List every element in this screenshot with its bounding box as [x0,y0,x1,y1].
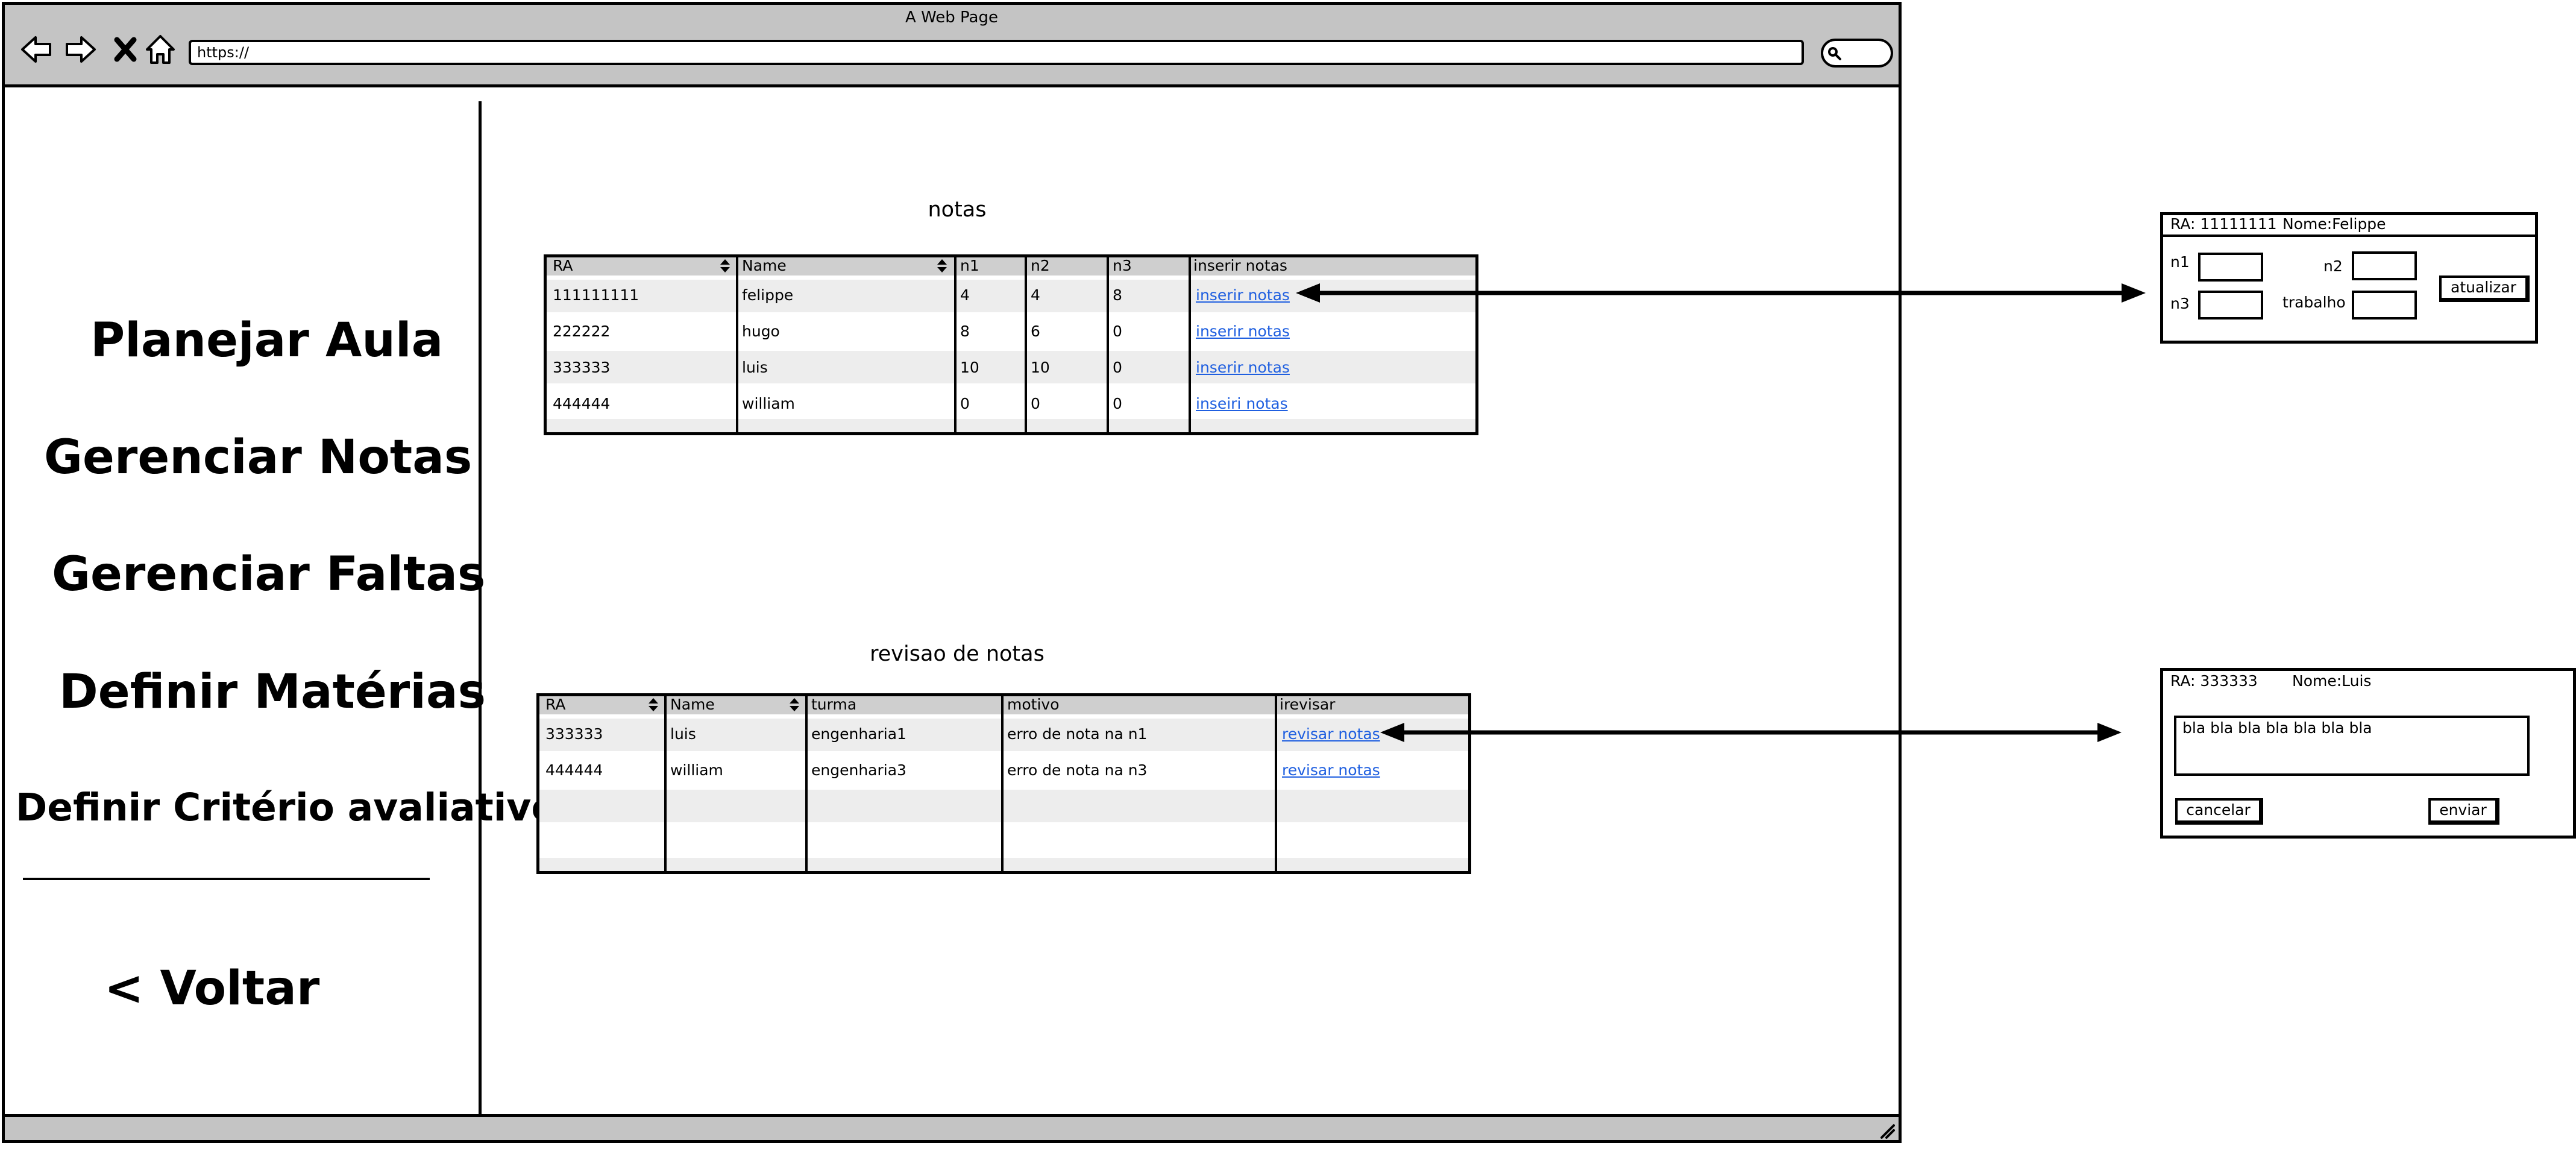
resize-grip-icon[interactable] [1878,1122,1895,1139]
inserir-notas-link[interactable]: inserir notas [1196,359,1290,376]
cell-n2: 6 [1031,323,1040,340]
back-button[interactable]: < Voltar [104,962,319,1016]
trabalho-input[interactable] [2352,291,2417,320]
cell-n3: 0 [1113,359,1122,376]
cell-ra: 333333 [545,725,603,743]
cell-name: felippe [742,286,794,304]
sort-icon[interactable] [718,258,732,274]
table-row-stripe [547,280,1475,312]
trabalho-label: trabalho [2282,294,2346,311]
cell-n2: 4 [1031,286,1040,304]
sidebar-item-gerenciar-notas[interactable]: Gerenciar Notas [44,430,472,485]
sort-icon[interactable] [788,697,801,713]
sidebar-separator [23,878,430,880]
table-row-stripe [539,858,1468,871]
cell-motivo: erro de nota na n1 [1007,725,1148,743]
cell-name: william [742,395,795,412]
sidebar-divider [479,101,482,1114]
table-header [547,257,1475,275]
enviar-button[interactable]: enviar [2428,798,2499,825]
browser-toolbar: A Web Page https:// [5,5,1899,87]
sidebar-item-gerenciar-faltas[interactable]: Gerenciar Faltas [52,547,485,602]
cell-name: william [670,761,723,779]
cell-n1: 0 [960,395,970,412]
sidebar-item-planejar-aula[interactable]: Planejar Aula [90,313,443,368]
inserir-notas-dialog: RA: 11111111 Nome:Felippe n1 n2 n3 traba… [2160,212,2538,344]
sidebar-item-definir-materias[interactable]: Definir Matérias [59,665,486,719]
column-header-revisar: irevisar [1280,696,1336,713]
column-header-n1: n1 [960,257,979,274]
n1-label: n1 [2170,253,2190,271]
cell-name: luis [670,725,696,743]
cell-ra: 222222 [553,323,611,340]
column-header-ra[interactable]: RA [545,696,565,713]
cell-n1: 8 [960,323,970,340]
message-textarea[interactable]: bla bla bla bla bla bla bla [2174,716,2530,776]
n2-label: n2 [2323,257,2343,275]
column-header-turma: turma [811,696,857,713]
close-icon[interactable] [108,33,142,66]
revisao-title: revisao de notas [870,642,1045,666]
cell-n2: 0 [1031,395,1040,412]
dialog-ra: RA: 333333 [2170,672,2258,690]
cell-ra: 444444 [553,395,611,412]
cancelar-button[interactable]: cancelar [2175,798,2263,825]
cell-ra: 333333 [553,359,611,376]
revisar-notas-link[interactable]: revisar notas [1282,761,1380,779]
n1-input[interactable] [2198,253,2263,282]
revisar-notas-link[interactable]: revisar notas [1282,725,1380,743]
table-row-stripe [547,351,1475,383]
column-header-name[interactable]: Name [742,257,787,274]
dialog-ra: RA: 11111111 [2170,215,2277,233]
revisar-notas-dialog: RA: 333333 Nome:Luis bla bla bla bla bla… [2160,668,2576,839]
column-header-ra[interactable]: RA [553,257,573,274]
home-icon[interactable] [143,33,177,66]
n3-input[interactable] [2198,291,2263,320]
back-arrow-icon[interactable] [20,33,54,66]
window-title: A Web Page [905,8,998,27]
cell-name: hugo [742,323,780,340]
atualizar-button[interactable]: atualizar [2439,275,2530,302]
search-icon [1828,47,1841,60]
column-header-name[interactable]: Name [670,696,715,713]
cell-n1: 10 [960,359,979,376]
inserir-notas-link[interactable]: inserir notas [1196,323,1290,340]
inserir-notas-link[interactable]: inseiri notas [1196,395,1288,412]
cell-turma: engenharia1 [811,725,906,743]
n2-input[interactable] [2352,251,2417,280]
cell-n2: 10 [1031,359,1050,376]
cell-ra: 444444 [545,761,603,779]
dialog-nome: Nome:Felippe [2282,215,2386,233]
table-row-stripe [539,790,1468,822]
sort-icon[interactable] [935,258,949,274]
notas-table: RA Name n1 n2 n3 inserir notas 111111111… [544,254,1478,435]
cell-n3: 0 [1113,323,1122,340]
column-header-inserir: inserir notas [1193,257,1287,274]
table-row-stripe [547,419,1475,432]
cell-n3: 0 [1113,395,1122,412]
search-field[interactable] [1821,39,1893,68]
dialog-nome: Nome:Luis [2292,672,2372,690]
cell-motivo: erro de nota na n3 [1007,761,1148,779]
column-header-motivo: motivo [1007,696,1060,713]
column-header-n2: n2 [1031,257,1050,274]
sidebar-item-definir-criterio[interactable]: Definir Critério avaliativo [16,785,558,829]
revisao-table: RA Name turma motivo irevisar 333333 lui… [536,693,1471,874]
column-header-n3: n3 [1113,257,1132,274]
cell-name: luis [742,359,768,376]
sort-icon[interactable] [647,697,660,713]
browser-window: A Web Page https:// Planejar Aula Gerenc… [2,2,1902,1143]
cell-n1: 4 [960,286,970,304]
browser-statusbar [5,1114,1899,1140]
cell-n3: 8 [1113,286,1122,304]
notas-title: notas [928,198,987,222]
url-bar[interactable]: https:// [189,40,1804,65]
cell-ra: 111111111 [553,286,639,304]
forward-arrow-icon[interactable] [63,33,97,66]
cell-turma: engenharia3 [811,761,906,779]
inserir-notas-link[interactable]: inserir notas [1196,286,1290,304]
n3-label: n3 [2170,295,2190,312]
